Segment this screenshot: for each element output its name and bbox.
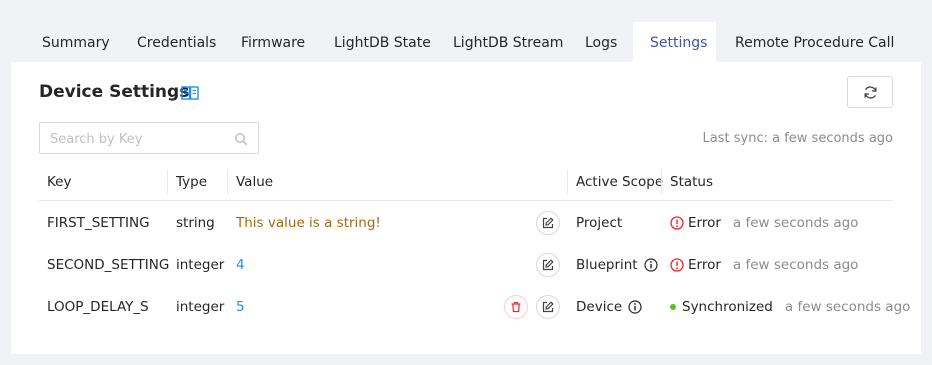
- search-field: [39, 122, 259, 154]
- error-icon: [670, 258, 684, 272]
- book-icon[interactable]: [181, 85, 199, 101]
- row-status: Error a few seconds ago: [670, 257, 858, 273]
- edit-icon: [542, 259, 554, 271]
- column-header-value: Value: [236, 174, 274, 190]
- edit-button[interactable]: [536, 295, 560, 319]
- column-header-key: Key: [47, 174, 72, 190]
- row-value: This value is a string!: [236, 215, 381, 231]
- row-scope: Device: [576, 299, 642, 315]
- column-divider: [227, 170, 228, 194]
- tab-summary[interactable]: Summary: [25, 22, 127, 62]
- tab-settings[interactable]: Settings: [633, 22, 716, 62]
- tab-logs[interactable]: Logs: [568, 22, 634, 62]
- tab-lightdb-stream[interactable]: LightDB Stream: [436, 22, 580, 62]
- edit-icon: [542, 301, 554, 313]
- delete-button[interactable]: [504, 295, 528, 319]
- refresh-icon: [863, 85, 877, 99]
- tab-remote-procedure-call[interactable]: Remote Procedure Call: [718, 22, 911, 62]
- tab-firmware[interactable]: Firmware: [224, 22, 322, 62]
- row-status: Error a few seconds ago: [670, 215, 858, 231]
- row-scope: Blueprint: [576, 257, 658, 273]
- row-type: integer: [176, 299, 225, 315]
- refresh-button[interactable]: [847, 76, 893, 108]
- row-key: SECOND_SETTING: [47, 257, 170, 273]
- row-type: string: [176, 215, 215, 231]
- row-status: Synchronized a few seconds ago: [670, 299, 910, 315]
- info-icon[interactable]: [628, 300, 642, 314]
- error-icon: [670, 216, 684, 230]
- row-key: FIRST_SETTING: [47, 215, 150, 231]
- tab-credentials[interactable]: Credentials: [120, 22, 233, 62]
- column-divider: [567, 170, 568, 194]
- edit-button[interactable]: [536, 253, 560, 277]
- delete-icon: [511, 301, 521, 313]
- last-sync-text: Last sync: a few seconds ago: [702, 131, 893, 146]
- row-key: LOOP_DELAY_S: [47, 299, 149, 315]
- search-input[interactable]: [50, 129, 220, 149]
- status-time: a few seconds ago: [784, 299, 911, 315]
- column-divider: [661, 170, 662, 194]
- status-time: a few seconds ago: [732, 215, 859, 231]
- status-label: Error: [688, 257, 721, 273]
- column-header-active-scope: Active Scope: [576, 174, 664, 190]
- row-value: 5: [236, 299, 245, 315]
- status-label: Synchronized: [682, 299, 773, 315]
- edit-icon: [542, 217, 554, 229]
- tab-lightdb-state[interactable]: LightDB State: [317, 22, 448, 62]
- header-divider: [39, 200, 893, 201]
- edit-button[interactable]: [536, 211, 560, 235]
- row-value: 4: [236, 257, 245, 273]
- column-header-type: Type: [176, 174, 208, 190]
- column-divider: [167, 170, 168, 194]
- status-time: a few seconds ago: [732, 257, 859, 273]
- page-title: Device Settings: [39, 82, 190, 102]
- column-header-status: Status: [670, 174, 714, 190]
- info-icon[interactable]: [643, 258, 658, 272]
- row-type: integer: [176, 257, 225, 273]
- success-dot-icon: [670, 304, 676, 310]
- row-scope: Project: [576, 215, 623, 231]
- status-label: Error: [688, 215, 721, 231]
- search-icon[interactable]: [234, 132, 248, 146]
